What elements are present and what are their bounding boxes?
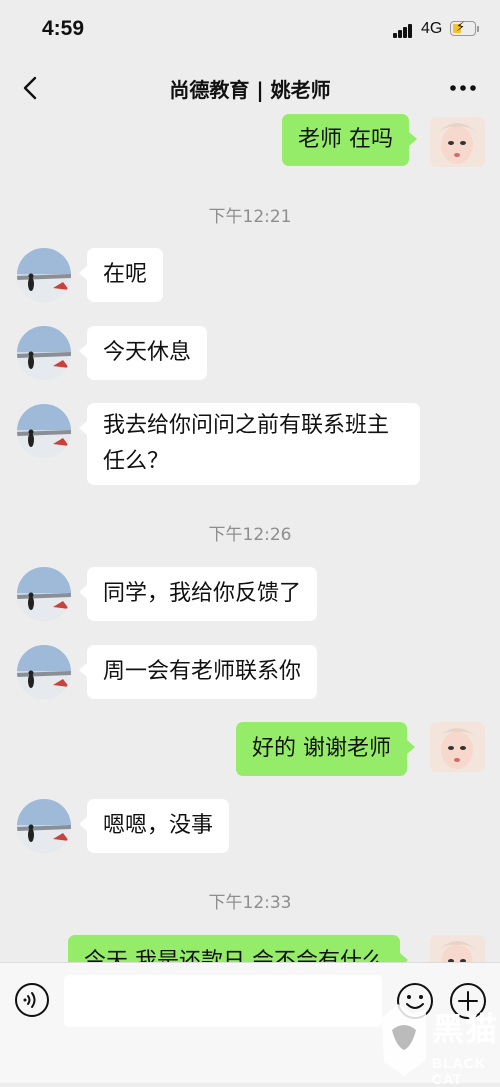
message-line: 任么？ (103, 449, 170, 474)
message-bubble-other[interactable]: 今天休息 (78, 326, 208, 380)
watermark-text-en: BLACK CAT (432, 1055, 486, 1087)
teacher-avatar[interactable] (17, 248, 71, 302)
status-time: 4:59 (42, 17, 85, 40)
watermark-text-cn: 黑猫 (432, 1010, 499, 1048)
more-button[interactable] (444, 72, 484, 104)
self-avatar[interactable] (430, 935, 485, 962)
chat-header: 尚德教育 | 姚老师 (0, 58, 500, 118)
self-avatar[interactable] (430, 117, 485, 167)
teacher-avatar[interactable] (17, 799, 71, 853)
message-line: 我去给你问问之前有联系班主 (103, 413, 390, 438)
voice-icon (15, 983, 49, 1017)
message-input[interactable] (64, 975, 382, 1027)
teacher-avatar[interactable] (17, 404, 71, 458)
battery-icon: ⚡ (450, 20, 476, 36)
timestamp: 下午12:26 (208, 525, 292, 545)
message-bubble-other[interactable]: 同学，我给你反馈了 (78, 567, 318, 621)
more-dots-icon (450, 85, 476, 91)
network-type: 4G (421, 20, 443, 37)
timestamp: 下午12:33 (208, 893, 292, 913)
message-bubble-other[interactable]: 周一会有老师联系你 (78, 645, 318, 699)
message-bubble-self[interactable]: 好的 谢谢老师 (236, 722, 415, 776)
message-list[interactable]: 老师 在吗 下午12:21 在呢 今天休息 我去给你问问之前有联系班主 任么？ … (0, 112, 500, 962)
teacher-avatar[interactable] (17, 645, 71, 699)
message-bubble-self[interactable]: 老师 在吗 (282, 114, 417, 166)
message-bubble-other[interactable]: 嗯嗯，没事 (78, 799, 230, 853)
chat-title: 尚德教育 | 姚老师 (169, 78, 331, 102)
status-bar: 4:59 4G ⚡ (0, 0, 500, 58)
signal-icon (393, 23, 415, 38)
teacher-avatar[interactable] (17, 326, 71, 380)
message-bubble-other[interactable]: 我去给你问问之前有联系班主 任么？ (79, 403, 420, 485)
self-avatar[interactable] (430, 722, 485, 772)
timestamp: 下午12:21 (208, 207, 292, 227)
message-bubble-self[interactable]: 今天 我是还款日 会不会有什么 (68, 935, 408, 962)
teacher-avatar[interactable] (17, 567, 71, 621)
message-bubble-other[interactable]: 在呢 (78, 248, 164, 302)
voice-button[interactable] (14, 982, 50, 1018)
